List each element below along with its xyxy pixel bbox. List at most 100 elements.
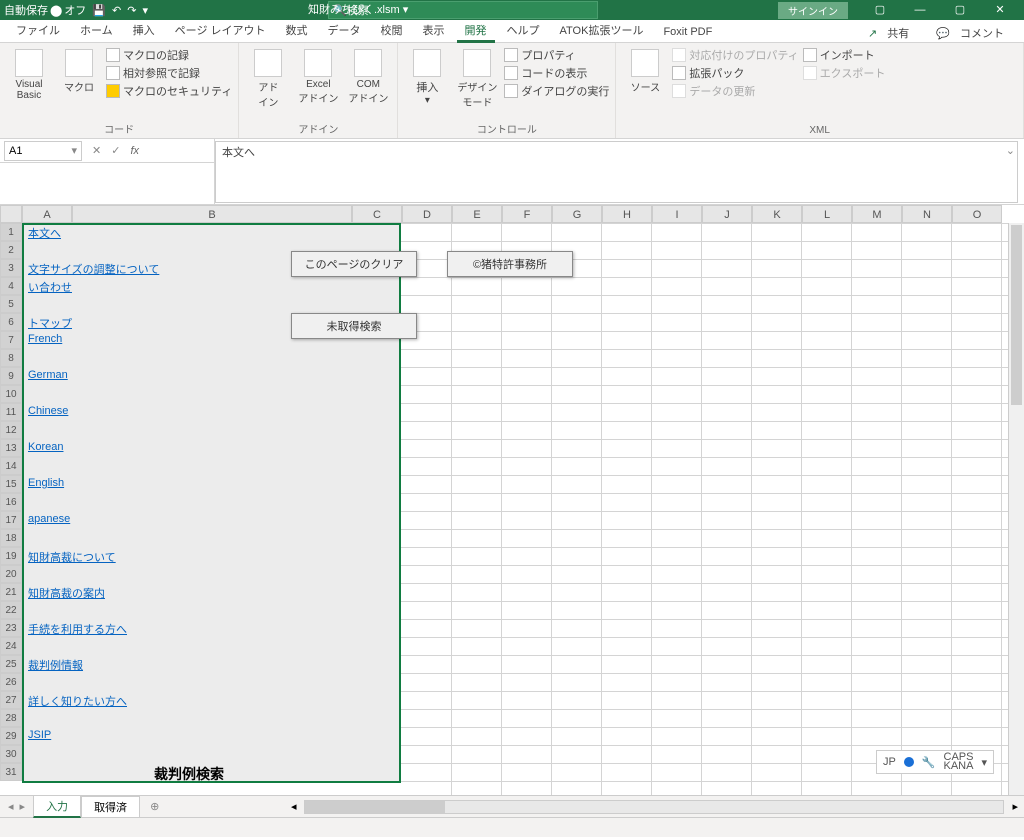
source-button[interactable]: ソース xyxy=(622,45,668,94)
row-header-5[interactable]: 5 xyxy=(0,295,22,313)
save-icon[interactable]: 💾 xyxy=(92,4,106,17)
hscroll-left-icon[interactable]: ◂ xyxy=(291,800,297,813)
col-header-L[interactable]: L xyxy=(802,205,852,223)
row-header-23[interactable]: 23 xyxy=(0,619,22,637)
col-header-A[interactable]: A xyxy=(22,205,72,223)
cell-A11[interactable]: Chinese xyxy=(26,404,70,418)
design-mode-button[interactable]: デザイン モード xyxy=(454,45,500,109)
close-icon[interactable]: ✕ xyxy=(980,0,1020,20)
com-addins-button[interactable]: COM アドイン xyxy=(345,45,391,105)
cancel-formula-icon[interactable]: ✕ xyxy=(92,144,101,157)
ime-caps-kana[interactable]: CAPSKANA xyxy=(944,753,974,771)
row-header-6[interactable]: 6 xyxy=(0,313,22,331)
row-header-18[interactable]: 18 xyxy=(0,529,22,547)
tab-view[interactable]: 表示 xyxy=(413,18,455,42)
col-header-G[interactable]: G xyxy=(552,205,602,223)
row-header-30[interactable]: 30 xyxy=(0,745,22,763)
cell-A15[interactable]: English xyxy=(26,476,66,490)
relative-ref-button[interactable]: 相対参照で記録 xyxy=(106,65,232,81)
row-header-26[interactable]: 26 xyxy=(0,673,22,691)
cell-A1[interactable]: 本文へ xyxy=(26,224,63,242)
copyright-button[interactable]: ©猪特許事務所 xyxy=(447,251,573,277)
row-header-21[interactable]: 21 xyxy=(0,583,22,601)
sheet-tab-input[interactable]: 入力 xyxy=(33,795,81,818)
row-header-25[interactable]: 25 xyxy=(0,655,22,673)
sheet-nav-next-icon[interactable]: ▸ xyxy=(20,800,26,813)
formula-bar[interactable]: 本文へ ⌄ xyxy=(215,141,1018,203)
cell-A9[interactable]: German xyxy=(26,368,70,382)
sheet-nav-prev-icon[interactable]: ◂ xyxy=(8,800,14,813)
vertical-scrollbar[interactable] xyxy=(1008,223,1024,795)
cell-A13[interactable]: Korean xyxy=(26,440,65,454)
col-header-F[interactable]: F xyxy=(502,205,552,223)
cell-title[interactable]: 裁判例検索 xyxy=(152,763,226,785)
properties-button[interactable]: プロパティ xyxy=(504,47,609,63)
row-header-19[interactable]: 19 xyxy=(0,547,22,565)
macro-security-button[interactable]: マクロのセキュリティ xyxy=(106,83,232,99)
col-header-H[interactable]: H xyxy=(602,205,652,223)
col-header-K[interactable]: K xyxy=(752,205,802,223)
clear-page-button[interactable]: このページのクリア xyxy=(291,251,417,277)
workbook-filename[interactable]: 知財みちびく.xlsm ▾ xyxy=(308,1,408,17)
view-code-button[interactable]: コードの表示 xyxy=(504,65,609,81)
col-header-N[interactable]: N xyxy=(902,205,952,223)
run-dialog-button[interactable]: ダイアログの実行 xyxy=(504,83,609,99)
cell-A21[interactable]: 知財高裁の案内 xyxy=(26,584,107,602)
col-header-D[interactable]: D xyxy=(402,205,452,223)
select-all-corner[interactable] xyxy=(0,205,22,223)
excel-addins-button[interactable]: Excel アドイン xyxy=(295,45,341,105)
share-button[interactable]: ↗ 共有 xyxy=(861,22,923,44)
ime-mode-icon[interactable] xyxy=(904,757,914,767)
visual-basic-button[interactable]: Visual Basic xyxy=(6,45,52,101)
sheet-tab-fetched[interactable]: 取得済 xyxy=(81,796,140,817)
expand-formula-icon[interactable]: ⌄ xyxy=(1006,144,1015,157)
col-header-O[interactable]: O xyxy=(952,205,1002,223)
new-sheet-icon[interactable]: ⊕ xyxy=(140,800,169,813)
addins-button[interactable]: アド イン xyxy=(245,45,291,109)
row-header-16[interactable]: 16 xyxy=(0,493,22,511)
redo-icon[interactable]: ↷ xyxy=(127,4,136,17)
ime-tool-icon[interactable]: 🔧 xyxy=(922,756,936,769)
tab-help[interactable]: ヘルプ xyxy=(497,18,550,42)
col-header-I[interactable]: I xyxy=(652,205,702,223)
unfetched-search-button[interactable]: 未取得検索 xyxy=(291,313,417,339)
undo-icon[interactable]: ↶ xyxy=(112,4,121,17)
cell-A19[interactable]: 知財高裁について xyxy=(26,548,118,566)
row-header-15[interactable]: 15 xyxy=(0,475,22,493)
tab-data[interactable]: データ xyxy=(318,18,371,42)
row-header-27[interactable]: 27 xyxy=(0,691,22,709)
tab-atok[interactable]: ATOK拡張ツール xyxy=(550,18,654,42)
cell-A3[interactable]: 文字サイズの調整について xyxy=(26,260,161,278)
cell-A27[interactable]: 詳しく知りたい方へ xyxy=(26,692,129,710)
row-header-8[interactable]: 8 xyxy=(0,349,22,367)
worksheet-grid[interactable]: ABCDEFGHIJKLMNO 123456789101112131415161… xyxy=(0,205,1024,795)
row-header-7[interactable]: 7 xyxy=(0,331,22,349)
cell-A4[interactable]: い合わせ xyxy=(26,278,74,296)
fx-icon[interactable]: fx xyxy=(130,145,139,157)
row-header-24[interactable]: 24 xyxy=(0,637,22,655)
col-header-E[interactable]: E xyxy=(452,205,502,223)
row-header-13[interactable]: 13 xyxy=(0,439,22,457)
name-box[interactable]: A1▾ xyxy=(4,141,82,161)
col-header-M[interactable]: M xyxy=(852,205,902,223)
horizontal-scrollbar[interactable] xyxy=(304,800,1004,814)
col-header-J[interactable]: J xyxy=(702,205,752,223)
tab-home[interactable]: ホーム xyxy=(70,18,123,42)
row-header-22[interactable]: 22 xyxy=(0,601,22,619)
autosave-toggle[interactable]: 自動保存 ⬤オフ xyxy=(4,2,86,18)
enter-formula-icon[interactable]: ✓ xyxy=(111,144,120,157)
ime-dropdown-icon[interactable]: ▾ xyxy=(981,756,987,769)
ribbon-options-icon[interactable]: ▢ xyxy=(860,0,900,20)
tab-developer[interactable]: 開発 xyxy=(455,18,497,42)
row-header-3[interactable]: 3 xyxy=(0,259,22,277)
tab-foxit[interactable]: Foxit PDF xyxy=(653,22,722,42)
col-header-C[interactable]: C xyxy=(352,205,402,223)
comment-button[interactable]: 💬 コメント xyxy=(929,22,1018,44)
row-header-11[interactable]: 11 xyxy=(0,403,22,421)
cell-A17[interactable]: apanese xyxy=(26,512,72,526)
row-header-29[interactable]: 29 xyxy=(0,727,22,745)
row-header-10[interactable]: 10 xyxy=(0,385,22,403)
maximize-icon[interactable]: ▢ xyxy=(940,0,980,20)
row-header-14[interactable]: 14 xyxy=(0,457,22,475)
row-header-9[interactable]: 9 xyxy=(0,367,22,385)
